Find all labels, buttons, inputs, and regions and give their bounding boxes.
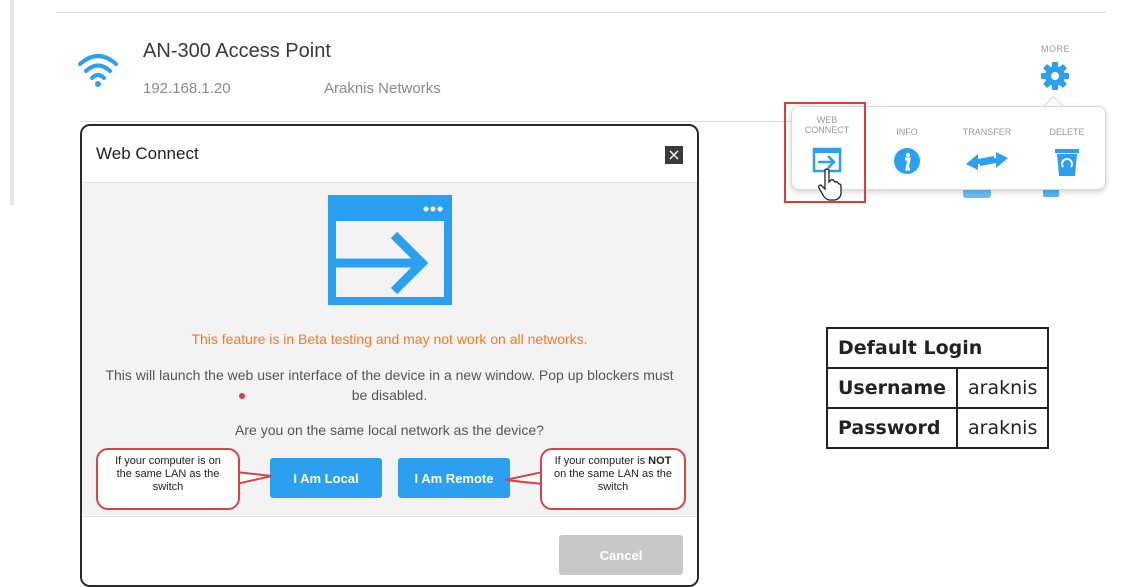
dialog-footer: Cancel bbox=[82, 516, 697, 585]
login-table-header: Default Login bbox=[825, 327, 1050, 369]
info-action[interactable]: INFO bbox=[872, 107, 942, 189]
hand-cursor-icon bbox=[818, 168, 842, 201]
wifi-icon bbox=[78, 54, 118, 87]
red-dot bbox=[239, 393, 245, 399]
username-label: Username bbox=[825, 367, 959, 409]
device-ip: 192.168.1.20 bbox=[143, 80, 231, 97]
ghost-gear-icon bbox=[1043, 188, 1059, 197]
local-callout-text: If your computer is on the same LAN as t… bbox=[115, 455, 221, 493]
beta-notice: This feature is in Beta testing and may … bbox=[191, 331, 588, 347]
device-name: AN-300 Access Point bbox=[143, 40, 331, 62]
web-connect-hero-icon bbox=[328, 195, 452, 305]
dialog-header: Web Connect × bbox=[82, 126, 697, 183]
username-value: araknis bbox=[956, 367, 1050, 409]
left-divider bbox=[10, 0, 14, 205]
device-vendor: Araknis Networks bbox=[324, 80, 441, 97]
i-am-remote-button[interactable]: I Am Remote bbox=[398, 458, 510, 498]
remote-callout: If your computer is NOT on the same LAN … bbox=[540, 448, 686, 510]
info-icon bbox=[894, 148, 920, 174]
remote-callout-not: NOT bbox=[648, 455, 672, 467]
remote-callout-text-end: on the same LAN as the switch bbox=[553, 468, 672, 493]
cancel-button[interactable]: Cancel bbox=[559, 535, 683, 575]
delete-label: DELETE bbox=[1049, 127, 1085, 137]
password-value: araknis bbox=[956, 407, 1050, 449]
local-callout: If your computer is on the same LAN as t… bbox=[96, 448, 240, 510]
default-login-table: Default Login Username araknis Password … bbox=[825, 327, 1050, 449]
callout-pointer-left bbox=[236, 470, 272, 486]
top-divider bbox=[56, 12, 1106, 13]
close-icon[interactable]: × bbox=[665, 146, 683, 164]
web-connect-dialog: Web Connect × This feature is in Beta te… bbox=[80, 124, 699, 587]
info-label: INFO bbox=[896, 127, 918, 137]
more-label: MORE bbox=[1041, 44, 1070, 54]
delete-action[interactable]: DELETE bbox=[1032, 107, 1102, 189]
transfer-icon bbox=[966, 152, 1008, 170]
callout-pointer-right bbox=[505, 470, 543, 486]
transfer-label: TRANSFER bbox=[962, 127, 1012, 137]
dialog-title: Web Connect bbox=[96, 144, 199, 163]
ghost-icon bbox=[963, 188, 991, 198]
network-question: Are you on the same local network as the… bbox=[235, 422, 544, 438]
launch-notice: This will launch the web user interface … bbox=[105, 367, 674, 403]
i-am-local-button[interactable]: I Am Local bbox=[270, 458, 382, 498]
remote-callout-text-start: If your computer is bbox=[554, 455, 646, 467]
gear-icon[interactable] bbox=[1039, 60, 1071, 92]
recycle-bin-icon bbox=[1055, 149, 1079, 176]
transfer-action[interactable]: TRANSFER bbox=[952, 107, 1022, 189]
password-label: Password bbox=[825, 407, 959, 449]
